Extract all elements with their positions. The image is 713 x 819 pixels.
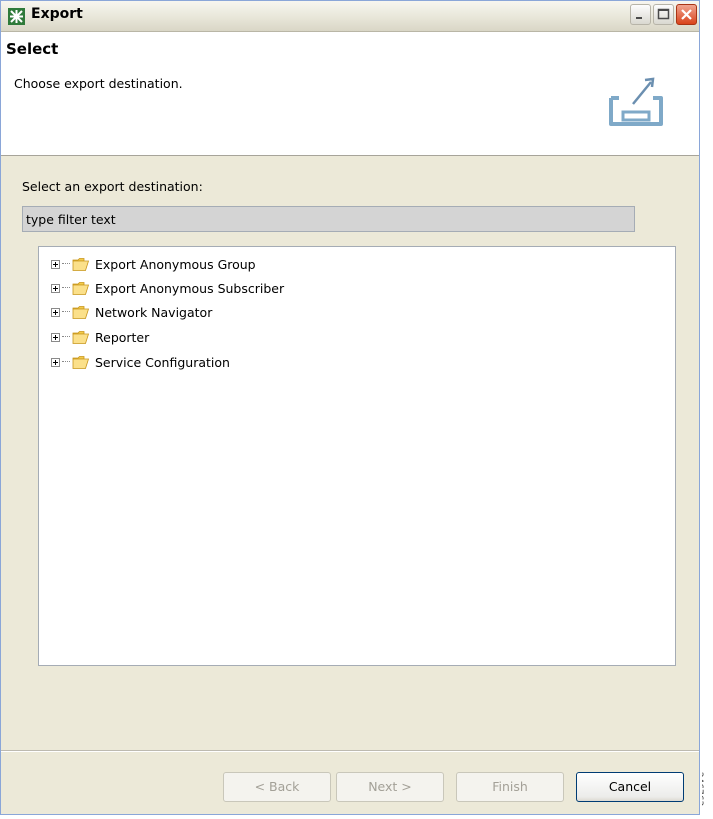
destination-label: Select an export destination: [22,179,203,194]
wizard-banner: Select Choose export destination. [1,32,699,156]
figure-number-text: 246763 [702,771,705,807]
maximize-icon [657,8,670,20]
tree-item-label: Reporter [95,329,150,345]
minimize-icon [636,17,642,19]
figure-number: 246763 [702,760,713,819]
tree-item-label: Export Anonymous Group [95,256,256,272]
folder-icon [72,355,90,369]
export-wizard-icon [609,77,663,126]
tree-item-label: Service Configuration [95,354,230,370]
page-title: Select [6,40,59,58]
window-title: Export [31,6,83,22]
tree-connector [62,336,70,338]
tree-item-export-anonymous-subscriber[interactable]: Export Anonymous Subscriber [51,277,284,299]
folder-icon [72,281,90,295]
back-button[interactable]: < Back [223,772,331,802]
maximize-button[interactable] [653,4,674,25]
finish-button[interactable]: Finish [456,772,564,802]
close-icon [681,9,692,20]
folder-icon [72,305,90,319]
tree-item-label: Network Navigator [95,304,213,320]
minimize-button[interactable] [630,4,651,25]
folder-icon [72,257,90,271]
title-bar[interactable]: Export [1,1,699,32]
expand-plus-icon[interactable] [51,283,60,293]
expand-plus-icon[interactable] [51,307,60,317]
export-dialog: Export Select Choose export destination.… [0,0,700,815]
tree-connector [62,361,70,363]
tree-connector [62,263,70,265]
filter-input[interactable] [22,206,635,232]
tree-item-label: Export Anonymous Subscriber [95,280,285,296]
next-button[interactable]: Next > [336,772,444,802]
footer-separator [1,750,699,752]
tree-item-network-navigator[interactable]: Network Navigator [51,301,212,323]
cancel-button[interactable]: Cancel [576,772,684,802]
destination-tree[interactable]: Export Anonymous Group Export Anonymous … [38,246,676,666]
expand-plus-icon[interactable] [51,259,60,269]
tree-connector [62,287,70,289]
tree-connector [62,311,70,313]
tree-item-export-anonymous-group[interactable]: Export Anonymous Group [51,253,256,275]
tree-item-service-configuration[interactable]: Service Configuration [51,351,230,373]
tree-item-reporter[interactable]: Reporter [51,326,149,348]
close-button[interactable] [676,4,697,25]
export-app-icon [8,8,25,25]
expand-plus-icon[interactable] [51,357,60,367]
page-description: Choose export destination. [14,76,183,91]
folder-icon [72,330,90,344]
expand-plus-icon[interactable] [51,332,60,342]
